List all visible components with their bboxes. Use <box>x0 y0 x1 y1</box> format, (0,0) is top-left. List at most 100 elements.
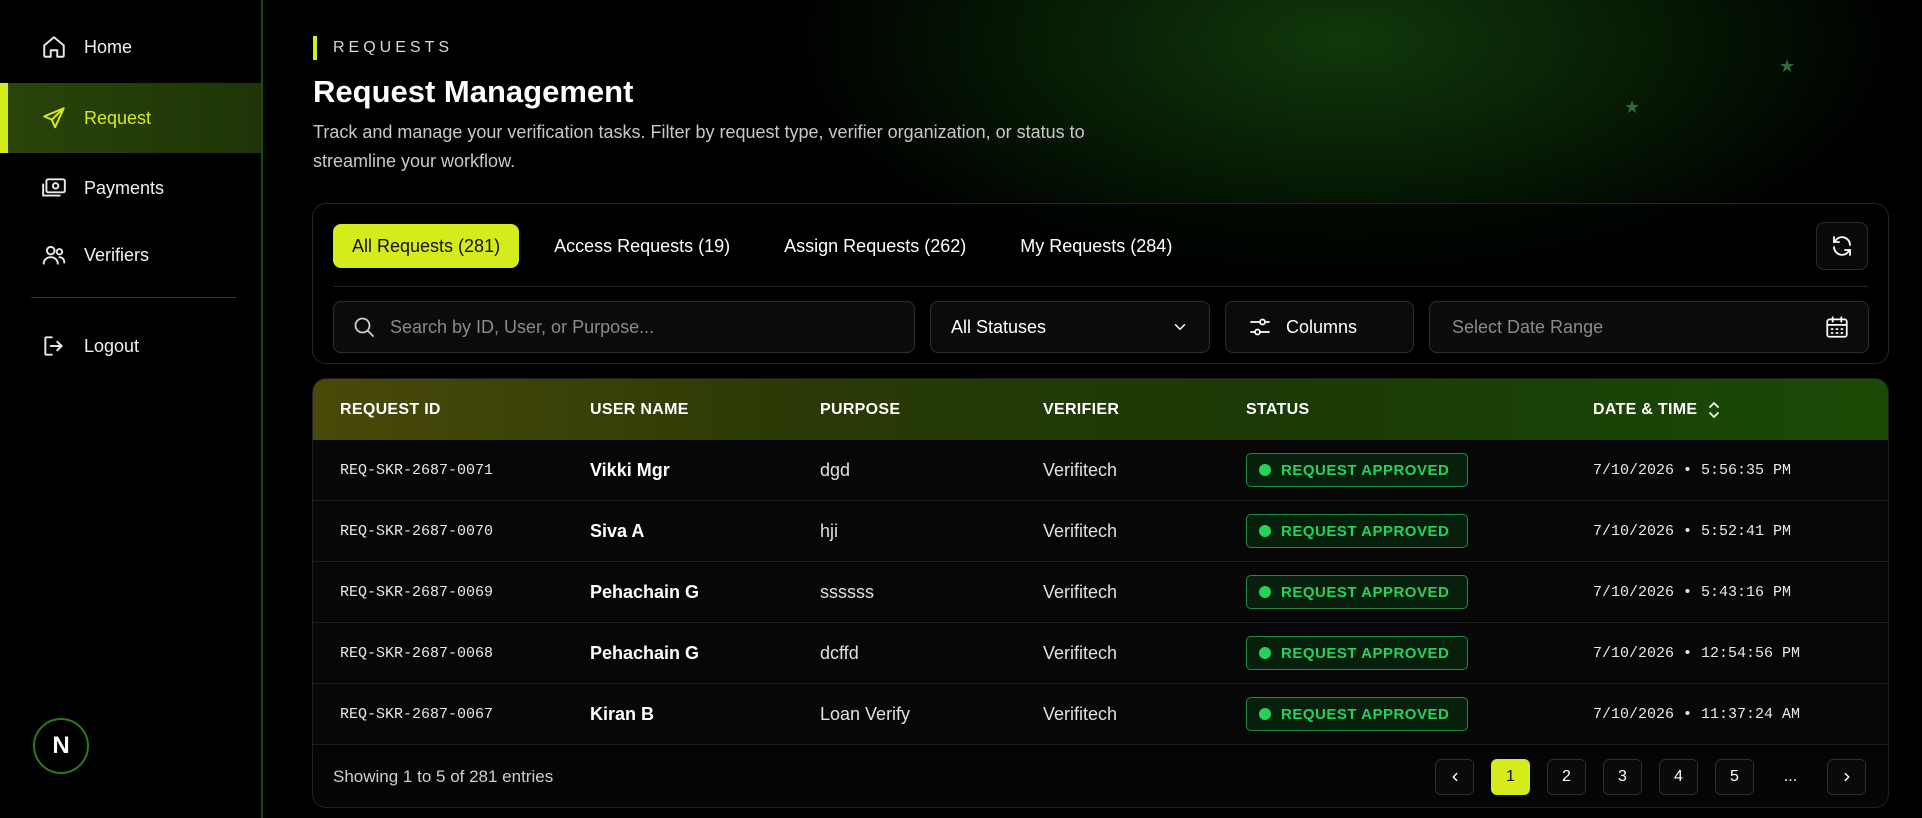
table-row[interactable]: REQ-SKR-2687-0071 Vikki Mgr dgd Verifite… <box>313 440 1888 501</box>
tab-all-requests[interactable]: All Requests (281) <box>333 224 520 268</box>
table-row[interactable]: REQ-SKR-2687-0070 Siva A hji Verifitech … <box>313 501 1888 562</box>
send-icon <box>40 104 68 132</box>
tab-my-requests[interactable]: My Requests (284) <box>1001 224 1191 268</box>
table-row[interactable]: REQ-SKR-2687-0068 Pehachain G dcffd Veri… <box>313 623 1888 684</box>
status-badge-label: REQUEST APPROVED <box>1281 522 1450 540</box>
page-button-5[interactable]: 5 <box>1715 759 1754 795</box>
sort-icon <box>1707 400 1721 420</box>
cell-request-id: REQ-SKR-2687-0071 <box>340 461 494 479</box>
cell-date-time: 7/10/2026 • 12:54:56 PM <box>1593 644 1801 662</box>
sidebar-item-label: Payments <box>84 177 165 198</box>
status-badge-label: REQUEST APPROVED <box>1281 461 1450 479</box>
search-box <box>333 301 915 353</box>
page-button-3[interactable]: 3 <box>1603 759 1642 795</box>
table-footer: Showing 1 to 5 of 281 entries 1 2 3 4 5 … <box>313 745 1888 807</box>
cell-verifier: Verifitech <box>1043 581 1118 602</box>
star-decoration-icon: ★ <box>1624 97 1641 117</box>
cell-user-name: Pehachain G <box>590 642 700 663</box>
column-header-date-time[interactable]: DATE & TIME <box>1593 400 1721 420</box>
table-header: REQUEST ID USER NAME PURPOSE VERIFIER ST… <box>313 379 1888 440</box>
column-header-purpose: PURPOSE <box>820 400 901 418</box>
payments-icon <box>40 174 68 202</box>
calendar-icon <box>1824 314 1850 340</box>
column-header-user-name: USER NAME <box>590 400 689 418</box>
date-range-picker[interactable]: Select Date Range <box>1429 301 1869 353</box>
status-dot-icon <box>1259 647 1271 659</box>
column-header-verifier: VERIFIER <box>1043 400 1120 418</box>
status-badge: REQUEST APPROVED <box>1246 514 1469 548</box>
panel-divider <box>333 286 1868 287</box>
logout-label: Logout <box>84 335 140 356</box>
sliders-icon <box>1248 315 1272 339</box>
sidebar-item-request[interactable]: Request <box>0 83 261 153</box>
cell-purpose: ssssss <box>820 581 874 602</box>
cell-verifier: Verifitech <box>1043 642 1118 663</box>
cell-request-id: REQ-SKR-2687-0069 <box>340 583 494 601</box>
tab-access-requests[interactable]: Access Requests (19) <box>535 224 749 268</box>
sidebar-item-home[interactable]: Home <box>0 12 261 82</box>
search-icon <box>352 315 376 339</box>
cell-purpose: hji <box>820 520 839 541</box>
column-header-status: STATUS <box>1246 400 1310 418</box>
cell-date-time: 7/10/2026 • 5:56:35 PM <box>1593 461 1792 479</box>
cell-request-id: REQ-SKR-2687-0070 <box>340 522 494 540</box>
request-tabs: All Requests (281) Access Requests (19) … <box>333 224 1207 268</box>
tab-assign-requests[interactable]: Assign Requests (262) <box>765 224 985 268</box>
cell-request-id: REQ-SKR-2687-0067 <box>340 705 494 723</box>
page-ellipsis: ... <box>1783 768 1798 785</box>
table-row[interactable]: REQ-SKR-2687-0069 Pehachain G ssssss Ver… <box>313 562 1888 623</box>
cell-user-name: Kiran B <box>590 703 655 724</box>
date-range-placeholder: Select Date Range <box>1452 316 1604 337</box>
star-decoration-icon: ★ <box>1779 56 1796 76</box>
page-button-4[interactable]: 4 <box>1659 759 1698 795</box>
status-dropdown[interactable]: All Statuses <box>930 301 1210 353</box>
page-subtitle: Track and manage your verification tasks… <box>313 122 1085 171</box>
cell-purpose: Loan Verify <box>820 703 911 724</box>
sidebar-item-label: Request <box>84 107 152 128</box>
sidebar-item-label: Home <box>84 36 133 57</box>
page-button-2[interactable]: 2 <box>1547 759 1586 795</box>
cell-user-name: Siva A <box>590 520 645 541</box>
status-badge-label: REQUEST APPROVED <box>1281 644 1450 662</box>
cell-verifier: Verifitech <box>1043 520 1118 541</box>
refresh-button[interactable] <box>1816 222 1868 270</box>
status-badge: REQUEST APPROVED <box>1246 697 1469 731</box>
status-dot-icon <box>1259 525 1271 537</box>
logout-icon <box>40 332 68 360</box>
search-input[interactable] <box>390 316 890 338</box>
next-page-button[interactable] <box>1827 759 1866 795</box>
status-badge-label: REQUEST APPROVED <box>1281 583 1450 601</box>
cell-verifier: Verifitech <box>1043 703 1118 724</box>
status-badge: REQUEST APPROVED <box>1246 636 1469 670</box>
page-title: Request Management <box>313 74 634 109</box>
cell-date-time: 7/10/2026 • 5:52:41 PM <box>1593 522 1792 540</box>
entries-summary: Showing 1 to 5 of 281 entries <box>333 767 554 786</box>
prev-page-button[interactable] <box>1435 759 1474 795</box>
cell-request-id: REQ-SKR-2687-0068 <box>340 644 494 662</box>
sidebar-item-label: Verifiers <box>84 244 150 265</box>
avatar[interactable]: N <box>33 718 89 774</box>
status-badge-label: REQUEST APPROVED <box>1281 705 1450 723</box>
page-button-1[interactable]: 1 <box>1491 759 1530 795</box>
home-icon <box>40 33 68 61</box>
status-dot-icon <box>1259 708 1271 720</box>
cell-date-time: 7/10/2026 • 5:43:16 PM <box>1593 583 1792 601</box>
columns-button[interactable]: Columns <box>1225 301 1414 353</box>
table-row[interactable]: REQ-SKR-2687-0067 Kiran B Loan Verify Ve… <box>313 684 1888 745</box>
refresh-icon <box>1830 234 1854 258</box>
columns-button-label: Columns <box>1286 316 1358 337</box>
requests-table: REQUEST ID USER NAME PURPOSE VERIFIER ST… <box>312 378 1889 808</box>
cell-verifier: Verifitech <box>1043 459 1118 480</box>
cell-user-name: Vikki Mgr <box>590 459 670 480</box>
sidebar-item-verifiers[interactable]: Verifiers <box>0 220 261 290</box>
status-dot-icon <box>1259 586 1271 598</box>
page-eyebrow: REQUESTS <box>313 36 453 60</box>
column-header-request-id: REQUEST ID <box>340 400 441 418</box>
cell-user-name: Pehachain G <box>590 581 700 602</box>
cell-purpose: dgd <box>820 459 851 480</box>
sidebar-item-payments[interactable]: Payments <box>0 153 261 223</box>
sidebar-divider <box>31 297 236 298</box>
chevron-right-icon <box>1840 770 1854 784</box>
cell-purpose: dcffd <box>820 642 859 663</box>
logout-button[interactable]: Logout <box>0 311 261 381</box>
